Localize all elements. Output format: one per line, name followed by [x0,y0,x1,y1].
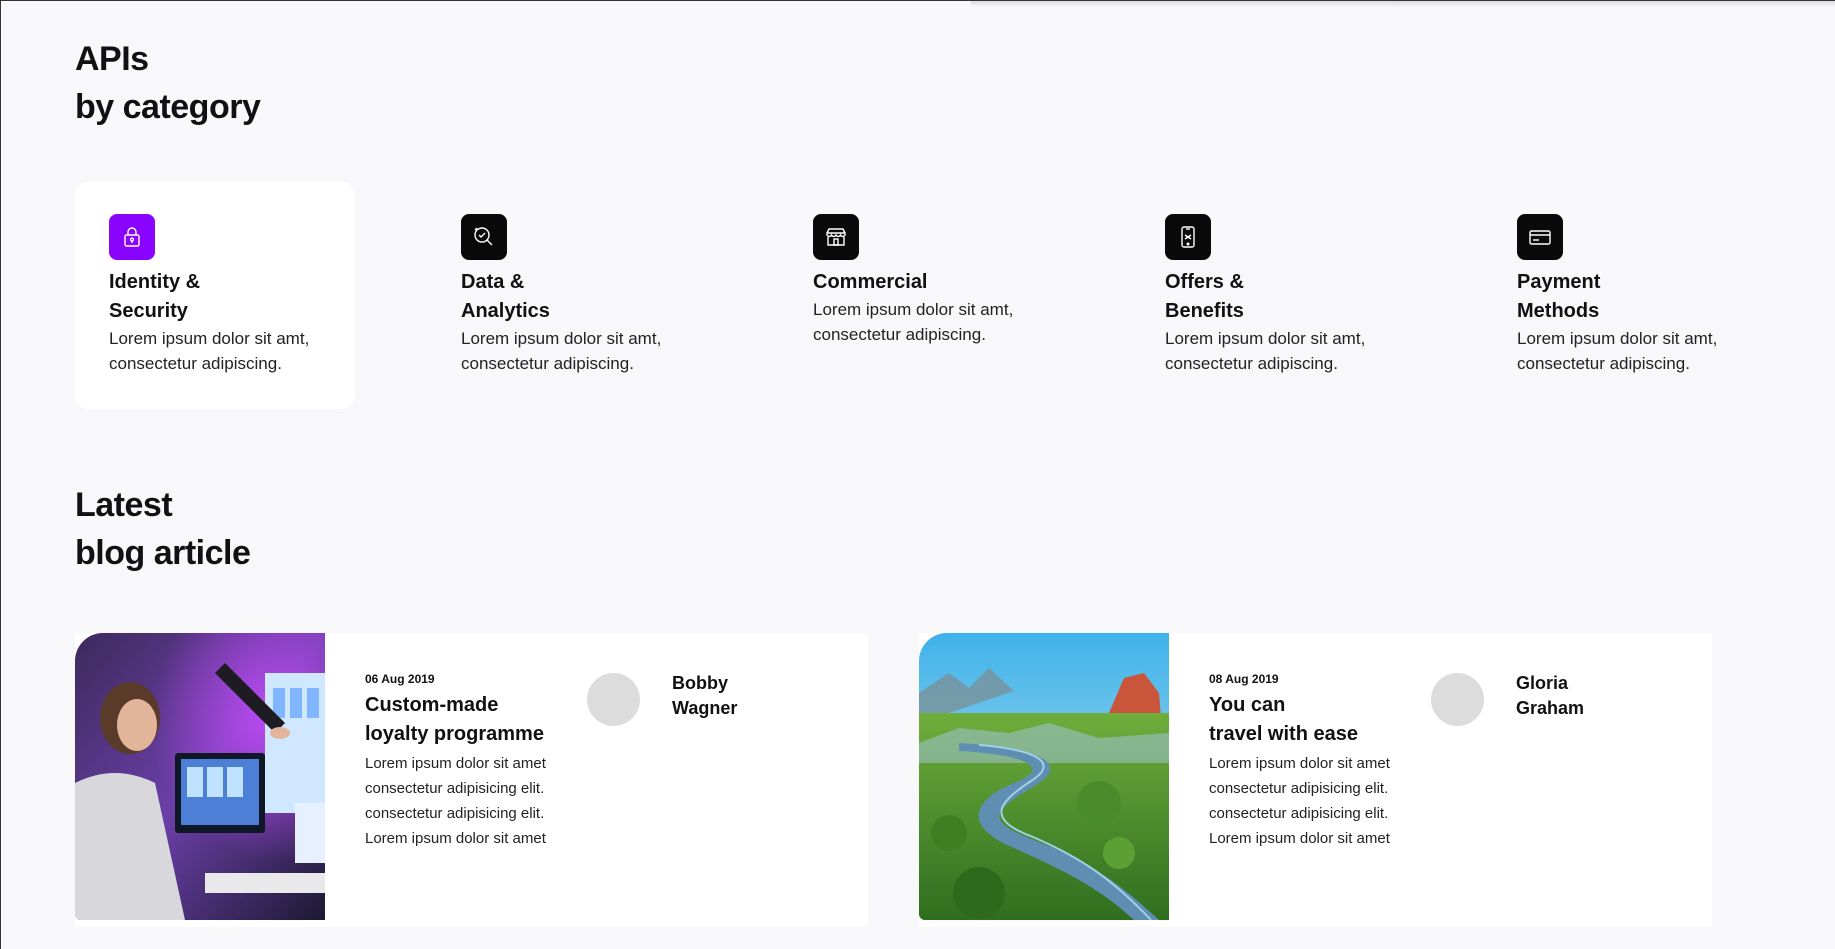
lock-icon [109,214,155,260]
blog-card[interactable]: 08 Aug 2019 You can travel with ease Lor… [919,633,1712,927]
blog-excerpt: Lorem ipsum dolor sit amet consectetur a… [365,755,546,847]
blog-excerpt: Lorem ipsum dolor sit amet consectetur a… [1209,755,1390,847]
apis-title-line2: by category [75,88,261,126]
category-title: Commercial [813,271,928,293]
blog-date: 08 Aug 2019 [1209,672,1279,686]
category-description: Lorem ipsum dolor sit amt, consectetur a… [813,300,1014,344]
credit-card-icon [1517,214,1563,260]
category-card-commercial[interactable]: Commercial Lorem ipsum dolor sit amt, co… [779,182,1059,409]
blog-title[interactable]: You can travel with ease [1209,691,1409,749]
blog-title-line1: Latest [75,486,173,524]
category-title: Payment Methods [1517,271,1601,322]
apis-section-title: APIs by category [75,35,261,131]
category-description: Lorem ipsum dolor sit amt, consectetur a… [461,329,662,373]
woman-at-computer-photo[interactable] [75,633,325,920]
category-description: Lorem ipsum dolor sit amt, consectetur a… [1165,329,1366,373]
category-description: Lorem ipsum dolor sit amt, consectetur a… [1517,329,1718,373]
blog-title-line2: blog article [75,534,251,572]
avatar [1431,673,1484,726]
category-description: Lorem ipsum dolor sit amt, consectetur a… [109,329,310,373]
blog-title[interactable]: Custom-made loyalty programme [365,691,565,749]
header-shadow [971,1,1835,7]
apis-title-line1: APIs [75,40,149,78]
blog-author: Gloria Graham [1516,673,1585,718]
blog-body: 08 Aug 2019 You can travel with ease Lor… [1209,671,1409,851]
category-title: Data & Analytics [461,271,550,322]
blog-body: 06 Aug 2019 Custom-made loyalty programm… [365,671,565,851]
blog-card[interactable]: 06 Aug 2019 Custom-made loyalty programm… [75,633,868,927]
storefront-icon [813,214,859,260]
avatar [587,673,640,726]
mobile-offer-icon [1165,214,1211,260]
analytics-search-icon [461,214,507,260]
category-card-identity-security[interactable]: Identity & Security Lorem ipsum dolor si… [75,182,355,409]
blog-author: Bobby Wagner [672,673,738,718]
blog-date: 06 Aug 2019 [365,672,435,686]
blog-section-title: Latest blog article [75,481,251,577]
river-landscape-photo[interactable] [919,633,1169,920]
category-card-offers-benefits[interactable]: Offers & Benefits Lorem ipsum dolor sit … [1131,182,1411,409]
category-title: Identity & Security [109,271,201,322]
category-title: Offers & Benefits [1165,271,1244,322]
category-card-data-analytics[interactable]: Data & Analytics Lorem ipsum dolor sit a… [427,182,707,409]
category-card-payment-methods[interactable]: Payment Methods Lorem ipsum dolor sit am… [1483,182,1763,409]
